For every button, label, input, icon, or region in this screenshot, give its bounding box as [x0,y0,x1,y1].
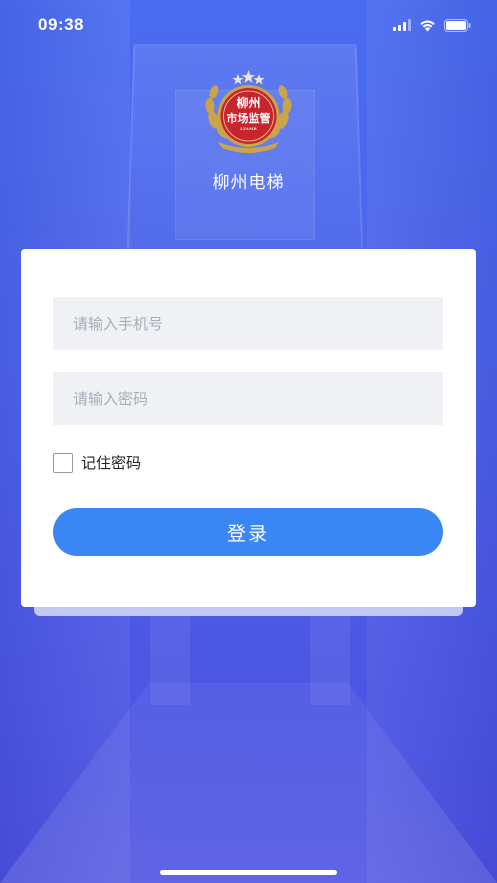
remember-password[interactable]: 记住密码 [53,452,141,473]
logo-emblem: 柳州 市场监管 LZAMR [200,68,297,156]
status-time: 09:38 [38,15,84,34]
logo-text-line1: 柳州 [236,96,261,110]
signal-icon [393,19,411,31]
status-bar: 09:38 [0,0,497,50]
login-card: 记住密码 登录 [21,249,476,607]
logo-text-line2: 市场监管 [226,112,271,125]
remember-checkbox[interactable] [53,452,73,473]
wifi-icon [419,19,436,32]
battery-icon [444,18,471,32]
logo-text: 柳州 市场监管 LZAMR [200,96,297,132]
home-indicator[interactable] [160,870,337,875]
app-title: 柳州电梯 [212,173,285,193]
login-button[interactable]: 登录 [53,508,443,556]
logo-subtext: LZAMR [240,126,257,131]
remember-label: 记住密码 [81,454,142,472]
phone-input[interactable] [53,297,443,350]
status-icons [393,18,471,32]
password-input[interactable] [53,372,443,425]
